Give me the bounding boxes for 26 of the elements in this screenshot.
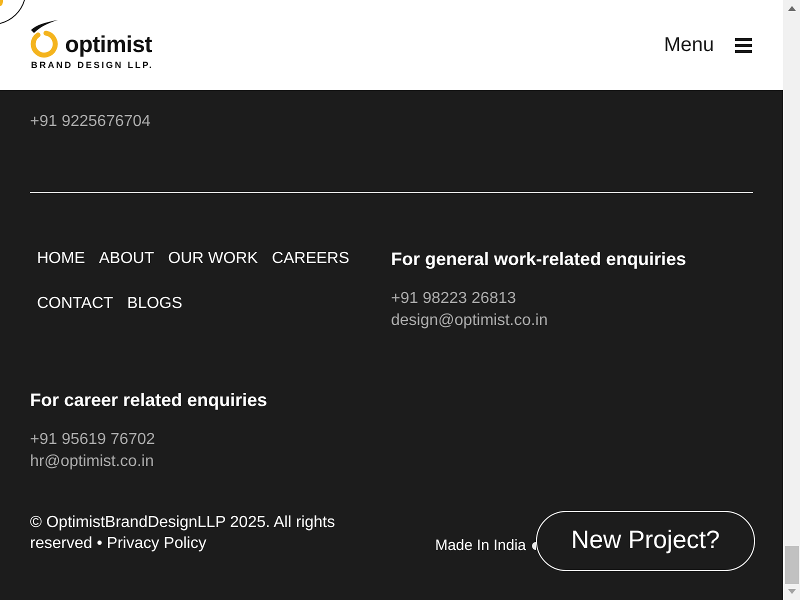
enquiry-heading: For career related enquiries (30, 389, 268, 412)
scrollbar-thumb[interactable] (784, 546, 798, 584)
phone-link[interactable]: +91 9225676704 (30, 110, 151, 134)
scroll-down-arrow-icon[interactable] (788, 589, 796, 594)
nav-link[interactable]: HOME (30, 243, 92, 288)
ring-outline-icon (0, 0, 26, 25)
menu-icon (735, 38, 752, 52)
logo-tagline[interactable]: BRAND DESIGN LLP. (31, 60, 154, 71)
nav-link[interactable]: ABOUT (92, 243, 162, 288)
logo-ring-icon (30, 20, 58, 58)
email-link[interactable]: hr@optimist.co.in (30, 451, 154, 473)
new-project-button[interactable]: New Project? (536, 511, 755, 571)
menu-button[interactable]: Menu (664, 33, 752, 57)
copyright-text: © OptimistBrandDesignLLP 2025. All rights reserved • Privacy Policy (30, 513, 336, 554)
logo-wordmark[interactable]: optimist (65, 31, 152, 57)
nav-link[interactable]: CONTACT (30, 288, 120, 332)
phone-link[interactable]: +91 98223 26813 (391, 287, 516, 310)
made-in-india-text: Made In India (435, 536, 526, 556)
scroll-up-arrow-icon[interactable] (788, 6, 796, 11)
nav-link[interactable]: CAREERS (264, 243, 356, 288)
enquiry-heading: For general work-related enquiries (391, 248, 686, 271)
privacy-policy-link[interactable]: Privacy Policy (106, 535, 206, 552)
phone-link[interactable]: +91 95619 76702 (30, 428, 156, 451)
email-link[interactable]: design@optimist.co.in (391, 310, 548, 332)
nav-link[interactable]: BLOGS (120, 288, 190, 332)
nav-link[interactable]: OUR WORK (161, 243, 265, 288)
